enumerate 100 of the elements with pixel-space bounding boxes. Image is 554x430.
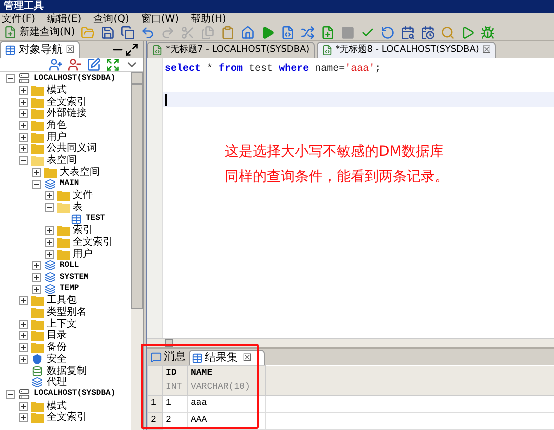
expand-toggle-icon[interactable] xyxy=(19,121,28,130)
new-query-button[interactable]: 新建查询(N) xyxy=(4,25,76,40)
close-icon[interactable]: ☒ xyxy=(482,43,492,58)
expand-toggle-icon[interactable] xyxy=(45,226,54,236)
folder-icon xyxy=(31,120,44,132)
collapse-toggle-icon[interactable] xyxy=(32,180,41,189)
document-icon[interactable] xyxy=(281,26,296,40)
tree-item[interactable]: 外部链接 xyxy=(47,108,87,120)
expand-toggle-icon[interactable] xyxy=(32,284,41,294)
server-icon xyxy=(18,388,31,400)
tree-item[interactable]: 数据复制 xyxy=(47,366,87,377)
expand-toggle-icon[interactable] xyxy=(19,132,28,142)
horizontal-scrollbar[interactable] xyxy=(147,338,554,347)
tree-item[interactable]: 模式 xyxy=(47,85,67,96)
tree-item[interactable]: 上下文 xyxy=(47,318,77,330)
tree-item[interactable]: 目录 xyxy=(47,330,67,342)
table-cell: 2 xyxy=(162,412,188,430)
expand-toggle-icon[interactable] xyxy=(19,331,28,340)
collapse-toggle-icon[interactable] xyxy=(19,156,28,166)
tab-label: *无标题8 - LOCALHOST(SYSDBA) xyxy=(336,44,480,57)
expand-toggle-icon[interactable] xyxy=(19,413,28,422)
annotation-text: 这是选择大小写不敏感的DM数据库 xyxy=(225,143,445,162)
calendar-search-icon[interactable] xyxy=(401,26,416,40)
tree-item[interactable]: SYSTEM xyxy=(60,272,89,284)
editor-tab[interactable]: *无标题7 - LOCALHOST(SYSDBA) xyxy=(147,42,315,58)
expand-toggle-icon[interactable] xyxy=(45,250,54,259)
expand-toggle-icon[interactable] xyxy=(45,238,54,247)
expand-toggle-icon[interactable] xyxy=(19,354,28,364)
tree-item[interactable]: 文件 xyxy=(73,190,93,202)
tree-item[interactable]: ROLL xyxy=(60,260,80,272)
collapse-toggle-icon[interactable] xyxy=(45,202,54,212)
tree-item[interactable]: 模式 xyxy=(47,400,67,412)
tree-item[interactable]: 用户 xyxy=(73,248,93,260)
expand-toggle-icon[interactable] xyxy=(19,98,28,107)
menu-item[interactable]: 窗口(W) xyxy=(141,12,180,26)
menu-item[interactable]: 编辑(E) xyxy=(48,12,82,26)
table-icon xyxy=(70,214,83,225)
editor-tab[interactable]: *无标题8 - LOCALHOST(SYSDBA) ☒ xyxy=(316,42,496,58)
save-icon[interactable] xyxy=(101,26,116,40)
folder-icon xyxy=(57,236,70,248)
expand-toggle-icon[interactable] xyxy=(32,273,41,282)
rollback-icon[interactable] xyxy=(381,26,396,40)
expand-toggle-icon[interactable] xyxy=(19,144,28,154)
tree-item[interactable]: 全文索引 xyxy=(47,412,87,424)
close-icon[interactable]: ☒ xyxy=(66,42,75,58)
expand-toggle-icon[interactable] xyxy=(32,168,41,177)
tree-item[interactable]: LOCALHOST(SYSDBA) xyxy=(34,72,116,85)
tree-item[interactable]: 索引 xyxy=(73,225,93,236)
tree-item[interactable]: TEST xyxy=(86,213,106,226)
tree-item[interactable]: 安全 xyxy=(47,354,67,365)
sql-file-icon xyxy=(152,45,163,56)
column-header[interactable]: NAME VARCHAR(10) xyxy=(188,366,266,396)
menu-item[interactable]: 查询(Q) xyxy=(94,12,130,26)
expand-toggle-icon[interactable] xyxy=(32,261,41,270)
tree-item[interactable]: 表空间 xyxy=(47,155,77,166)
tree-item[interactable]: 角色 xyxy=(47,120,67,132)
code-line: select * from test where name='aaa'; xyxy=(165,62,382,77)
expand-toggle-icon[interactable] xyxy=(19,320,28,329)
maximize-icon[interactable] xyxy=(125,42,139,56)
expand-toggle-icon[interactable] xyxy=(45,191,54,200)
calendar-clock-icon[interactable] xyxy=(421,26,436,40)
expand-toggle-icon[interactable] xyxy=(19,296,28,306)
tree-item[interactable]: 大表空间 xyxy=(60,166,100,178)
menu-item[interactable]: 文件(F) xyxy=(2,12,36,26)
close-icon[interactable]: ☒ xyxy=(243,350,252,366)
swap-icon[interactable] xyxy=(301,26,316,40)
sql-editor[interactable]: select * from test where name='aaa'; 这是选择大小写不敏感的DM数据库 同样的查询条件，能看到两条记录。 xyxy=(147,58,554,338)
collapse-toggle-icon[interactable] xyxy=(6,390,15,399)
result-tab[interactable]: 结果集 ☒ xyxy=(189,350,265,365)
tree-item[interactable]: MAIN xyxy=(60,178,80,190)
expand-toggle-icon[interactable] xyxy=(19,109,28,118)
tree-item[interactable]: 全文索引 xyxy=(47,96,87,108)
tree-item[interactable]: 用户 xyxy=(47,132,67,143)
disconnect-icon[interactable] xyxy=(68,58,82,72)
database-icon xyxy=(31,366,44,377)
expand-icon[interactable] xyxy=(106,58,120,72)
edit-icon[interactable] xyxy=(87,58,101,72)
home-icon[interactable] xyxy=(241,26,256,40)
result-tab[interactable]: 消息 xyxy=(149,350,188,365)
text-cursor xyxy=(165,94,166,106)
expand-toggle-icon[interactable] xyxy=(19,86,28,96)
tree-item[interactable]: 表 xyxy=(73,202,83,213)
tree-item[interactable]: 代理 xyxy=(47,377,67,388)
save-all-icon[interactable] xyxy=(121,26,136,40)
tree-item[interactable]: 公共同义词 xyxy=(47,143,97,154)
tree-item[interactable]: TEMP xyxy=(60,283,80,296)
tree-item[interactable]: 备份 xyxy=(47,342,67,354)
tree-item[interactable]: 类型别名 xyxy=(47,307,87,318)
folder-icon xyxy=(31,85,44,96)
navigator-tab[interactable]: 对象导航 ☒ xyxy=(0,41,80,58)
scrollbar[interactable] xyxy=(131,72,143,430)
expand-toggle-icon[interactable] xyxy=(19,402,28,411)
tree-item[interactable]: 工具包 xyxy=(47,295,77,306)
column-header[interactable]: ID INT xyxy=(162,366,188,396)
connect-icon[interactable] xyxy=(49,58,63,72)
expand-toggle-icon[interactable] xyxy=(19,343,28,352)
menu-item[interactable]: 帮助(H) xyxy=(191,12,226,26)
tree-item[interactable]: 全文索引 xyxy=(73,236,113,248)
collapse-toggle-icon[interactable] xyxy=(6,74,15,84)
tree-item[interactable]: LOCALHOST(SYSDBA) xyxy=(34,388,116,400)
